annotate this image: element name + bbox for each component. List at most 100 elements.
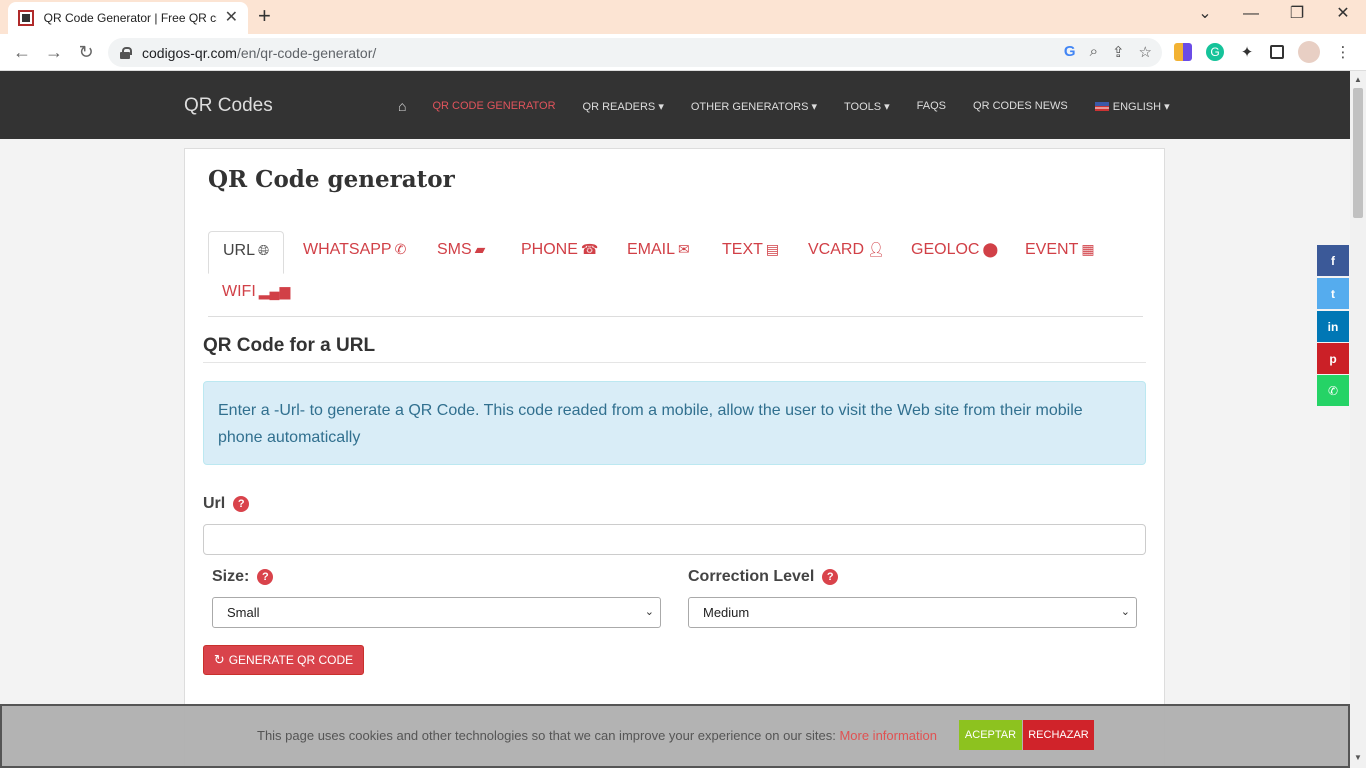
pinterest-icon: p xyxy=(1329,351,1337,366)
tab-geoloc[interactable]: GEOLOC ⬤ xyxy=(911,241,998,259)
browser-tab[interactable]: QR Code Generator | Free QR cre ✕ xyxy=(8,2,248,34)
whatsapp-icon: ✆ xyxy=(1327,383,1339,398)
whatsapp-share-button[interactable]: ✆ xyxy=(1317,375,1349,406)
url-help-icon[interactable]: ? xyxy=(233,496,250,512)
reload-icon[interactable]: ↻ xyxy=(75,41,97,63)
nav-other-generators[interactable]: OTHER GENERATORS ▾ xyxy=(691,100,817,113)
side-panel-icon[interactable] xyxy=(1270,45,1284,59)
bookmark-star-icon[interactable]: ☆ xyxy=(1139,43,1152,61)
correction-select[interactable]: Medium ⌄ xyxy=(688,597,1137,628)
home-icon[interactable]: ⌂ xyxy=(398,98,406,114)
forward-icon[interactable]: → xyxy=(43,41,65,63)
nav-qr-codes-news[interactable]: QR CODES NEWS xyxy=(973,100,1068,112)
more-information-link[interactable]: More information xyxy=(839,728,937,743)
accept-cookies-button[interactable]: ACEPTAR xyxy=(959,720,1022,750)
tab-whatsapp-label: WHATSAPP xyxy=(303,241,392,258)
site-brand[interactable]: QR Codes xyxy=(184,95,273,117)
us-flag-icon xyxy=(1094,102,1109,112)
refresh-icon: ↻ xyxy=(213,652,225,667)
tab-sms[interactable]: SMS ▰ xyxy=(437,241,485,259)
qr-type-tabs: URL 🌐︎ WHATSAPP ✆ SMS ▰ PHONE ☎ EMAIL ✉ TEXT ▤… xyxy=(208,231,1143,317)
reject-cookies-button[interactable]: RECHAZAR xyxy=(1023,720,1094,750)
page-scrollbar[interactable]: ▲ ▼ xyxy=(1350,71,1366,768)
tab-email-label: EMAIL xyxy=(627,241,676,258)
size-select[interactable]: Small ⌄ xyxy=(212,597,661,628)
size-select-value: Small xyxy=(227,605,260,620)
url-host: codigos-qr.com xyxy=(142,44,237,61)
tab-wifi[interactable]: WIFI ▂▄▆ xyxy=(222,283,290,301)
zoom-icon[interactable]: ⌕ xyxy=(1090,43,1098,61)
grammarly-icon[interactable]: G xyxy=(1206,43,1224,61)
qr-favicon-icon xyxy=(18,10,34,26)
close-tab-icon[interactable]: ✕ xyxy=(225,10,238,26)
new-tab-icon[interactable]: + xyxy=(258,4,271,28)
document-icon: ▤ xyxy=(765,241,780,257)
tab-title: QR Code Generator | Free QR cre xyxy=(43,11,217,25)
facebook-share-button[interactable]: f xyxy=(1317,245,1349,276)
correction-label: Correction Level xyxy=(688,568,815,585)
generate-qr-button[interactable]: ↻ GENERATE QR CODE xyxy=(203,645,364,675)
tab-event[interactable]: EVENT ▦ xyxy=(1025,241,1095,259)
whatsapp-icon: ✆ xyxy=(394,241,407,257)
scrollbar-thumb[interactable] xyxy=(1353,88,1363,218)
more-menu-icon[interactable]: ⋮ xyxy=(1334,43,1352,61)
comment-icon: ▰ xyxy=(474,241,486,257)
profile-avatar[interactable] xyxy=(1298,41,1320,63)
nav-faqs[interactable]: FAQS xyxy=(917,100,946,112)
scroll-up-icon[interactable]: ▲ xyxy=(1354,75,1362,84)
share-icon[interactable]: ⇪ xyxy=(1112,43,1125,61)
tab-text[interactable]: TEXT ▤ xyxy=(722,241,779,259)
twitter-share-button[interactable]: t xyxy=(1317,278,1349,309)
tab-vcard[interactable]: VCARD 👤︎ xyxy=(808,241,885,259)
nav-qr-code-generator[interactable]: QR CODE GENERATOR xyxy=(432,100,555,112)
calendar-icon: ▦ xyxy=(1081,241,1095,257)
tab-wifi-label: WIFI xyxy=(222,283,256,300)
puzzle-extensions-icon[interactable]: ✦ xyxy=(1238,43,1256,61)
cookie-banner: This page uses cookies and other technol… xyxy=(0,704,1350,768)
user-icon: 👤︎ xyxy=(867,241,885,257)
linkedin-icon: in xyxy=(1327,319,1339,334)
section-title: QR Code for a URL xyxy=(203,335,376,356)
tab-vcard-label: VCARD xyxy=(808,241,865,258)
tab-text-label: TEXT xyxy=(722,241,763,258)
correction-select-value: Medium xyxy=(703,605,750,620)
globe-icon: 🌐︎ xyxy=(258,242,270,258)
tab-whatsapp[interactable]: WHATSAPP ✆ xyxy=(303,241,406,259)
tab-search-chevron-icon[interactable]: ⌄ xyxy=(1182,4,1228,24)
tab-url[interactable]: URL 🌐︎ xyxy=(208,231,285,274)
tab-url-label: URL xyxy=(223,242,256,259)
tab-event-label: EVENT xyxy=(1025,241,1079,258)
extensions-area: G ✦ ⋮ xyxy=(1174,41,1352,63)
back-icon[interactable]: ← xyxy=(11,41,33,63)
minimize-icon[interactable]: — xyxy=(1228,4,1274,24)
restore-icon[interactable]: ❐ xyxy=(1274,4,1320,24)
cookie-text: This page uses cookies and other technol… xyxy=(257,728,937,743)
site-navbar: QR Codes ⌂ QR CODE GENERATOR QR READERS … xyxy=(0,71,1350,139)
size-help-icon[interactable]: ? xyxy=(257,569,274,585)
signal-icon: ▂▄▆ xyxy=(258,283,291,299)
correction-help-icon[interactable]: ? xyxy=(822,569,839,585)
close-window-icon[interactable]: ✕ xyxy=(1320,4,1366,24)
cookie-message: This page uses cookies and other technol… xyxy=(257,728,840,743)
nav-qr-readers[interactable]: QR READERS ▾ xyxy=(583,100,664,113)
scroll-down-icon[interactable]: ▼ xyxy=(1354,753,1362,762)
page-title: QR Code generator xyxy=(208,166,455,193)
nav-tools[interactable]: TOOLS ▾ xyxy=(844,100,890,113)
phone-icon: ☎ xyxy=(580,241,599,257)
url-input[interactable] xyxy=(203,524,1146,555)
address-bar[interactable]: codigos-qr.com /en/qr-code-generator/ G … xyxy=(108,38,1162,67)
pinterest-share-button[interactable]: p xyxy=(1317,343,1349,374)
envelope-icon: ✉ xyxy=(678,241,690,257)
tab-phone[interactable]: PHONE ☎ xyxy=(521,241,598,259)
url-label-row: Url? xyxy=(203,495,250,513)
nav-language[interactable]: ENGLISH ▾ xyxy=(1094,100,1170,113)
google-icon[interactable]: G xyxy=(1064,43,1076,61)
facebook-icon: f xyxy=(1331,253,1335,268)
tab-email[interactable]: EMAIL ✉ xyxy=(627,241,690,259)
url-path: /en/qr-code-generator/ xyxy=(236,44,377,61)
section-divider xyxy=(203,362,1146,363)
colorful-extension-icon[interactable] xyxy=(1174,43,1192,61)
tab-geoloc-label: GEOLOC xyxy=(911,241,980,258)
linkedin-share-button[interactable]: in xyxy=(1317,311,1349,342)
info-alert: Enter a -Url- to generate a QR Code. Thi… xyxy=(203,381,1146,465)
